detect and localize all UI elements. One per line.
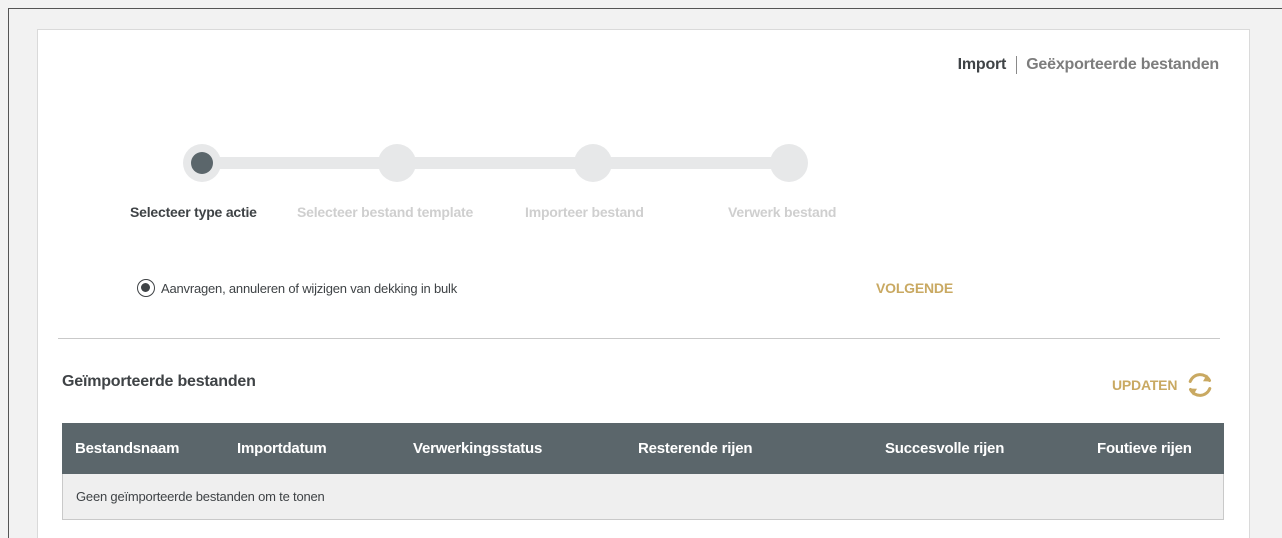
- step-3-label: Importeer bestand: [525, 204, 644, 220]
- action-type-radio[interactable]: [137, 279, 155, 297]
- step-4-indicator: [770, 144, 808, 182]
- stepper-track: [203, 157, 793, 169]
- column-header-successful-rows[interactable]: Succesvolle rijen: [885, 440, 1004, 457]
- action-type-option-label: Aanvragen, annuleren of wijzigen van dek…: [161, 280, 458, 296]
- import-stepper: Selecteer type actie Selecteer bestand t…: [38, 30, 1249, 230]
- update-button-label: UPDATEN: [1112, 377, 1178, 393]
- next-button[interactable]: VOLGENDE: [876, 280, 953, 296]
- refresh-icon: [1188, 373, 1212, 397]
- column-header-remaining-rows[interactable]: Resterende rijen: [638, 440, 753, 457]
- column-header-processing-status[interactable]: Verwerkingsstatus: [413, 440, 542, 457]
- imported-files-title: Geïmporteerde bestanden: [62, 373, 256, 390]
- step-2-indicator: [378, 144, 416, 182]
- step-1-indicator: [183, 144, 221, 182]
- import-card: Import Geëxporteerde bestanden Selecteer…: [37, 29, 1250, 538]
- column-header-filename[interactable]: Bestandsnaam: [75, 440, 180, 457]
- column-header-failed-rows[interactable]: Foutieve rijen: [1097, 440, 1192, 457]
- section-divider: [58, 338, 1220, 339]
- empty-table-message: Geen geïmporteerde bestanden om te tonen: [76, 489, 325, 504]
- action-type-option[interactable]: Aanvragen, annuleren of wijzigen van dek…: [137, 279, 457, 297]
- step-3-indicator: [574, 144, 612, 182]
- column-header-import-date[interactable]: Importdatum: [237, 440, 327, 457]
- step-2-label: Selecteer bestand template: [297, 204, 474, 220]
- step-1-label: Selecteer type actie: [130, 204, 257, 220]
- step-4-label: Verwerk bestand: [728, 204, 837, 220]
- update-button[interactable]: UPDATEN: [1112, 370, 1215, 400]
- empty-table-row: Geen geïmporteerde bestanden om te tonen: [62, 474, 1224, 520]
- table-header: Bestandsnaam Importdatum Verwerkingsstat…: [62, 423, 1224, 474]
- imported-files-table: Bestandsnaam Importdatum Verwerkingsstat…: [62, 423, 1224, 520]
